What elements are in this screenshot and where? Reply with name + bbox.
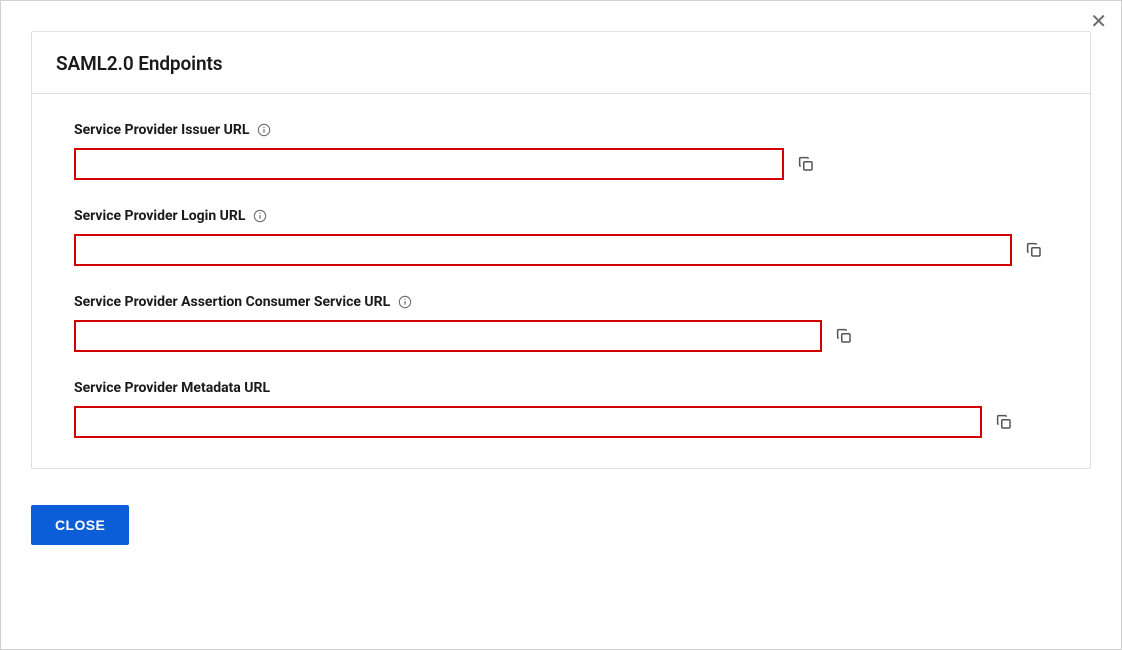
modal-container: ✕ SAML2.0 Endpoints Service Provider Iss… bbox=[1, 1, 1121, 649]
copy-icon[interactable] bbox=[1020, 236, 1048, 264]
issuer-input[interactable] bbox=[74, 148, 784, 180]
modal-footer: CLOSE bbox=[31, 505, 1091, 545]
field-label-row: Service Provider Assertion Consumer Serv… bbox=[74, 294, 1048, 310]
close-button[interactable]: CLOSE bbox=[31, 505, 129, 545]
field-group-metadata: Service Provider Metadata URL bbox=[74, 380, 1048, 438]
issuer-label: Service Provider Issuer URL bbox=[74, 122, 249, 138]
metadata-label: Service Provider Metadata URL bbox=[74, 380, 270, 396]
copy-icon[interactable] bbox=[830, 322, 858, 350]
copy-icon[interactable] bbox=[792, 150, 820, 178]
field-label-row: Service Provider Metadata URL bbox=[74, 380, 1048, 396]
acs-input[interactable] bbox=[74, 320, 822, 352]
login-label: Service Provider Login URL bbox=[74, 208, 245, 224]
card-title: SAML2.0 Endpoints bbox=[56, 52, 1066, 75]
endpoints-card: SAML2.0 Endpoints Service Provider Issue… bbox=[31, 31, 1091, 469]
info-icon[interactable] bbox=[257, 123, 271, 137]
field-input-row bbox=[74, 320, 1048, 352]
login-input[interactable] bbox=[74, 234, 1012, 266]
field-group-issuer: Service Provider Issuer URL bbox=[74, 122, 1048, 180]
field-group-acs: Service Provider Assertion Consumer Serv… bbox=[74, 294, 1048, 352]
card-header: SAML2.0 Endpoints bbox=[32, 32, 1090, 94]
info-icon[interactable] bbox=[398, 295, 412, 309]
field-input-row bbox=[74, 234, 1048, 266]
field-input-row bbox=[74, 406, 1048, 438]
field-label-row: Service Provider Login URL bbox=[74, 208, 1048, 224]
card-body: Service Provider Issuer URL bbox=[32, 94, 1090, 468]
metadata-input[interactable] bbox=[74, 406, 982, 438]
field-label-row: Service Provider Issuer URL bbox=[74, 122, 1048, 138]
copy-icon[interactable] bbox=[990, 408, 1018, 436]
acs-label: Service Provider Assertion Consumer Serv… bbox=[74, 294, 390, 310]
close-icon[interactable]: ✕ bbox=[1090, 11, 1107, 31]
field-group-login: Service Provider Login URL bbox=[74, 208, 1048, 266]
info-icon[interactable] bbox=[253, 209, 267, 223]
field-input-row bbox=[74, 148, 1048, 180]
